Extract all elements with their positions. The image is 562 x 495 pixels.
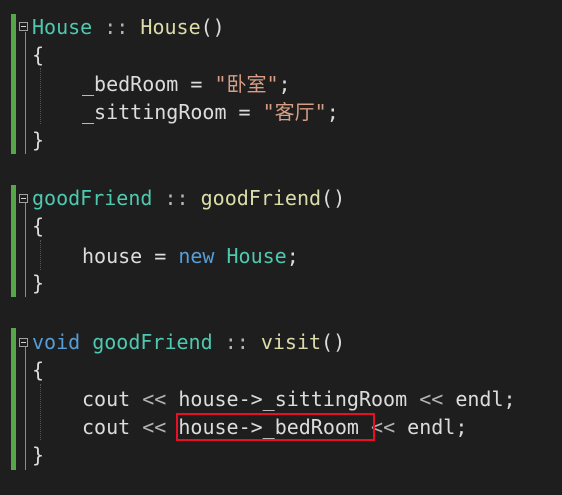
stream-object: cout (82, 387, 131, 411)
code-line[interactable]: goodFriend :: goodFriend() (32, 184, 345, 212)
code-line[interactable]: _sittingRoom = "客厅"; (82, 98, 339, 126)
endl-token: endl (455, 387, 504, 411)
stream-object: cout (82, 415, 131, 439)
assign-operator: = (142, 244, 179, 268)
indent-guide (40, 384, 41, 440)
code-line[interactable]: cout << house->_sittingRoom << endl; (82, 385, 516, 413)
error-highlight-box (176, 413, 375, 441)
assign-operator: = (226, 100, 263, 124)
method-name: visit (260, 330, 322, 354)
code-editor[interactable]: House :: House() { _bedRoom = "卧室"; _sit… (0, 0, 562, 495)
code-line[interactable]: { (32, 212, 44, 240)
code-line[interactable]: } (32, 126, 44, 154)
code-line[interactable]: } (32, 441, 44, 469)
stream-operator: << (142, 387, 167, 411)
string-literal: "卧室" (214, 72, 279, 96)
code-line[interactable]: House :: House() (32, 13, 225, 41)
variable: house (82, 244, 143, 268)
close-brace: } (32, 443, 45, 467)
fold-line (25, 32, 26, 154)
scope-operator: :: (104, 15, 129, 39)
collapse-icon[interactable] (19, 194, 28, 203)
indent-guide (40, 68, 41, 124)
method-name: House (140, 15, 201, 39)
code-line[interactable]: { (32, 41, 44, 69)
code-line[interactable]: { (32, 356, 44, 384)
class-name: goodFriend (32, 186, 153, 210)
parens: () (321, 186, 346, 210)
scope-operator: :: (164, 186, 189, 210)
stream-operator: << (419, 387, 444, 411)
method-name: goodFriend (200, 186, 322, 210)
code-line[interactable]: } (32, 269, 44, 297)
open-brace: { (32, 358, 45, 382)
open-brace: { (32, 214, 45, 238)
semicolon: ; (326, 100, 339, 124)
parens: () (200, 15, 225, 39)
keyword: new (178, 244, 215, 268)
change-bar (11, 328, 16, 470)
close-brace: } (32, 128, 45, 152)
code-line[interactable]: _bedRoom = "卧室"; (82, 70, 291, 98)
semicolon: ; (503, 387, 516, 411)
collapse-icon[interactable] (19, 338, 28, 347)
change-bar (11, 185, 16, 297)
string-literal: "客厅" (262, 100, 327, 124)
code-line[interactable]: house = new House; (82, 242, 299, 270)
assign-operator: = (178, 72, 215, 96)
stream-operator: << (142, 415, 167, 439)
close-brace: } (32, 271, 45, 295)
class-name: goodFriend (92, 330, 213, 354)
open-brace: { (32, 43, 45, 67)
collapse-icon[interactable] (19, 22, 28, 31)
semicolon: ; (278, 72, 291, 96)
fold-line (25, 203, 26, 297)
semicolon: ; (286, 244, 299, 268)
semicolon: ; (455, 415, 468, 439)
type-name: House (226, 244, 287, 268)
parens: () (321, 330, 346, 354)
variable: _sittingRoom (82, 100, 227, 124)
class-name: House (32, 15, 93, 39)
scope-operator: :: (224, 330, 249, 354)
return-type: void (32, 330, 81, 354)
code-line[interactable]: void goodFriend :: visit() (32, 328, 345, 356)
endl-token: endl (407, 415, 456, 439)
fold-line (25, 346, 26, 470)
indent-guide (40, 240, 41, 270)
member-expression: house->_sittingRoom (178, 387, 408, 411)
variable: _bedRoom (82, 72, 179, 96)
change-bar (11, 14, 16, 154)
